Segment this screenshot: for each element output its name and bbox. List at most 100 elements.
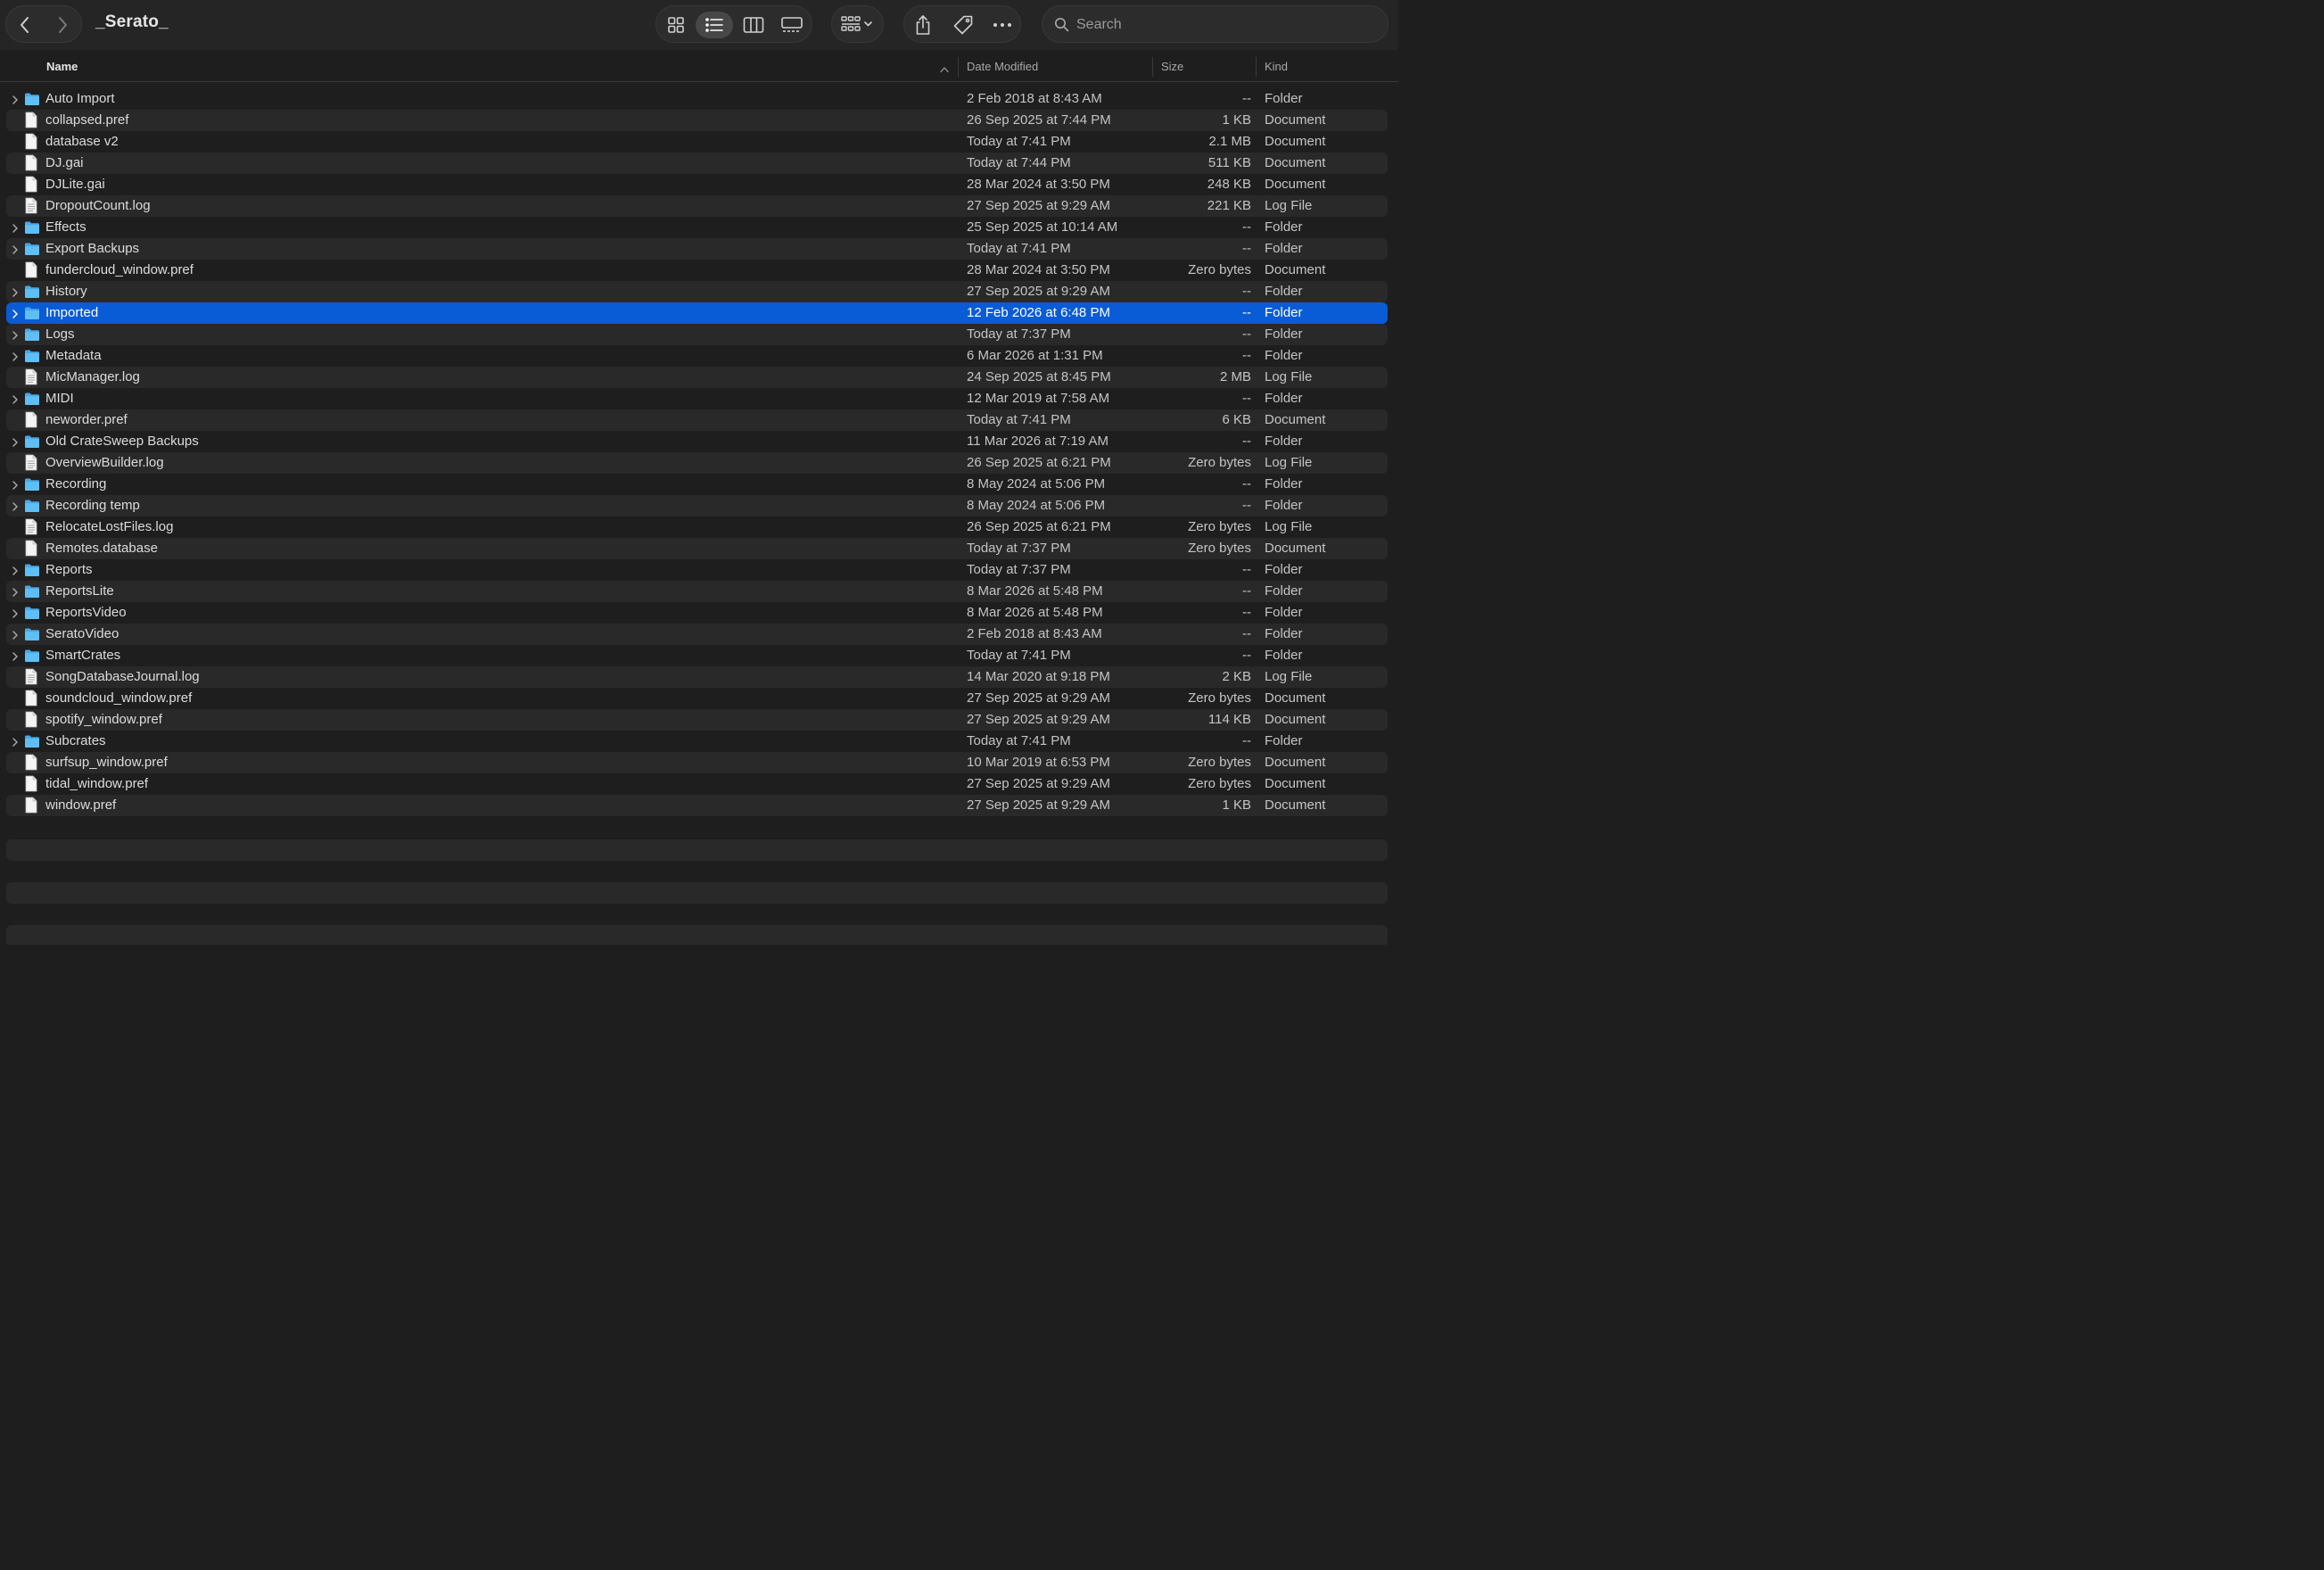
folder-row[interactable]: MIDI 12 Mar 2019 at 7:58 AM -- Folder: [6, 388, 1388, 409]
file-row[interactable]: spotify_window.pref 27 Sep 2025 at 9:29 A…: [6, 709, 1388, 731]
file-row[interactable]: neworder.pref Today at 7:41 PM 6 KB Documen…: [6, 409, 1388, 431]
folder-row[interactable]: Reports Today at 7:37 PM -- Folder: [6, 559, 1388, 581]
file-row[interactable]: SongDatabaseJournal.log 14 Mar 2020 at 9:…: [6, 666, 1388, 688]
log-file-icon: [24, 668, 38, 689]
file-name: DJ.gai: [45, 155, 84, 170]
disclosure-triangle-icon[interactable]: [12, 329, 19, 344]
share-button[interactable]: [904, 12, 942, 38]
file-row[interactable]: Remotes.database Today at 7:37 PM Zero byt…: [6, 538, 1388, 559]
file-name: spotify_window.pref: [45, 712, 162, 727]
kind-column-header[interactable]: Kind: [1265, 60, 1288, 73]
file-row[interactable]: OverviewBuilder.log 26 Sep 2025 at 6:21 P…: [6, 452, 1388, 474]
file-kind: Folder: [1265, 583, 1303, 599]
file-name: Logs: [45, 326, 75, 342]
file-size: 1 KB: [1222, 797, 1251, 813]
search-field[interactable]: [1042, 5, 1389, 43]
file-row[interactable]: RelocateLostFiles.log 26 Sep 2025 at 6:21…: [6, 516, 1388, 538]
date-modified-column-header[interactable]: Date Modified: [967, 60, 1038, 73]
file-row[interactable]: DJ.gai Today at 7:44 PM 511 KB Document: [6, 153, 1388, 174]
group-by-icon: [841, 15, 877, 37]
disclosure-triangle-icon[interactable]: [12, 650, 19, 665]
gallery-view-button[interactable]: [773, 12, 811, 38]
file-row[interactable]: window.pref 27 Sep 2025 at 9:29 AM 1 KB Doc…: [6, 795, 1388, 816]
file-kind: Document: [1265, 690, 1326, 706]
folder-row[interactable]: Export Backups Today at 7:41 PM -- Folder: [6, 238, 1388, 260]
column-divider[interactable]: [958, 57, 959, 77]
file-kind: Folder: [1265, 348, 1303, 363]
file-name: Effects: [45, 219, 87, 235]
disclosure-triangle-icon[interactable]: [12, 393, 19, 409]
document-icon: [24, 711, 38, 731]
column-divider[interactable]: [1256, 57, 1257, 77]
folder-row[interactable]: ReportsLite 8 Mar 2026 at 5:48 PM -- Folder: [6, 581, 1388, 602]
file-row[interactable]: DJLite.gai 28 Mar 2024 at 3:50 PM 248 KB Do…: [6, 174, 1388, 195]
back-button[interactable]: [6, 12, 44, 38]
folder-icon: [24, 499, 40, 516]
name-column-header[interactable]: Name: [46, 60, 78, 73]
file-name: Auto Import: [45, 91, 115, 106]
search-input[interactable]: [1075, 13, 1381, 37]
file-row[interactable]: tidal_window.pref 27 Sep 2025 at 9:29 AM Z…: [6, 773, 1388, 795]
date-modified: 11 Mar 2026 at 7:19 AM: [967, 434, 1108, 449]
file-row[interactable]: database v2 Today at 7:41 PM 2.1 MB Documen…: [6, 131, 1388, 153]
disclosure-triangle-icon[interactable]: [12, 286, 19, 302]
file-name: SongDatabaseJournal.log: [45, 669, 200, 684]
file-name: ReportsVideo: [45, 605, 127, 620]
disclosure-triangle-icon[interactable]: [12, 436, 19, 451]
icon-view-button[interactable]: [657, 12, 695, 38]
file-name: OverviewBuilder.log: [45, 455, 164, 470]
file-size: Zero bytes: [1188, 541, 1251, 556]
date-modified: Today at 7:41 PM: [967, 733, 1071, 748]
folder-row[interactable]: History 27 Sep 2025 at 9:29 AM -- Folder: [6, 281, 1388, 302]
forward-button[interactable]: [44, 12, 81, 38]
date-modified: 27 Sep 2025 at 9:29 AM: [967, 797, 1110, 813]
folder-row[interactable]: Recording temp 8 May 2024 at 5:06 PM -- Fol…: [6, 495, 1388, 516]
folder-row[interactable]: Effects 25 Sep 2025 at 10:14 AM -- Folder: [6, 217, 1388, 238]
file-size: 2 KB: [1222, 669, 1251, 684]
file-size: Zero bytes: [1188, 776, 1251, 791]
disclosure-triangle-icon[interactable]: [12, 565, 19, 580]
tag-button[interactable]: [944, 12, 982, 38]
file-row[interactable]: collapsed.pref 26 Sep 2025 at 7:44 PM 1 KB…: [6, 110, 1388, 131]
column-divider[interactable]: [1152, 57, 1153, 77]
disclosure-triangle-icon[interactable]: [12, 629, 19, 644]
folder-row[interactable]: ReportsVideo 8 Mar 2026 at 5:48 PM -- Folde…: [6, 602, 1388, 624]
group-by-button[interactable]: [831, 5, 884, 43]
file-row[interactable]: DropoutCount.log 27 Sep 2025 at 9:29 AM 22…: [6, 195, 1388, 217]
disclosure-triangle-icon[interactable]: [12, 736, 19, 751]
folder-row[interactable]: Logs Today at 7:37 PM -- Folder: [6, 324, 1388, 345]
file-size: Zero bytes: [1188, 262, 1251, 277]
more-actions-button[interactable]: [984, 12, 1021, 38]
disclosure-triangle-icon[interactable]: [12, 500, 19, 516]
folder-row[interactable]: SmartCrates Today at 7:41 PM -- Folder: [6, 645, 1388, 666]
file-name: SmartCrates: [45, 648, 121, 663]
file-kind: Folder: [1265, 626, 1303, 641]
column-view-button[interactable]: [735, 12, 772, 38]
disclosure-triangle-icon[interactable]: [12, 479, 19, 494]
disclosure-triangle-icon[interactable]: [12, 586, 19, 601]
file-row[interactable]: fundercloud_window.pref 28 Mar 2024 at 3:…: [6, 260, 1388, 281]
folder-row[interactable]: Recording 8 May 2024 at 5:06 PM -- Folder: [6, 474, 1388, 495]
file-row[interactable]: MicManager.log 24 Sep 2025 at 8:45 PM 2 MB…: [6, 367, 1388, 388]
file-kind: Log File: [1265, 198, 1313, 213]
folder-row[interactable]: Auto Import 2 Feb 2018 at 8:43 AM -- Folder: [6, 88, 1388, 110]
folder-row[interactable]: SeratoVideo 2 Feb 2018 at 8:43 AM -- Folder: [6, 624, 1388, 645]
document-icon: [24, 154, 38, 175]
folder-row[interactable]: Imported 12 Feb 2026 at 6:48 PM -- Folder: [6, 302, 1388, 324]
disclosure-triangle-icon[interactable]: [12, 244, 19, 259]
disclosure-triangle-icon[interactable]: [12, 308, 19, 323]
folder-row[interactable]: Subcrates Today at 7:41 PM -- Folder: [6, 731, 1388, 752]
size-column-header[interactable]: Size: [1161, 60, 1183, 73]
file-row[interactable]: soundcloud_window.pref 27 Sep 2025 at 9:2…: [6, 688, 1388, 709]
file-kind: Document: [1265, 177, 1326, 192]
file-row[interactable]: surfsup_window.pref 10 Mar 2019 at 6:53 P…: [6, 752, 1388, 773]
folder-row[interactable]: Metadata 6 Mar 2026 at 1:31 PM -- Folder: [6, 345, 1388, 367]
disclosure-triangle-icon[interactable]: [12, 94, 19, 109]
disclosure-triangle-icon[interactable]: [12, 351, 19, 366]
folder-row[interactable]: Old CrateSweep Backups 11 Mar 2026 at 7:1…: [6, 431, 1388, 452]
list-view-button[interactable]: [696, 12, 733, 38]
disclosure-triangle-icon[interactable]: [12, 607, 19, 623]
folder-icon: [24, 584, 40, 602]
disclosure-triangle-icon[interactable]: [12, 222, 19, 237]
file-size: --: [1242, 241, 1251, 256]
